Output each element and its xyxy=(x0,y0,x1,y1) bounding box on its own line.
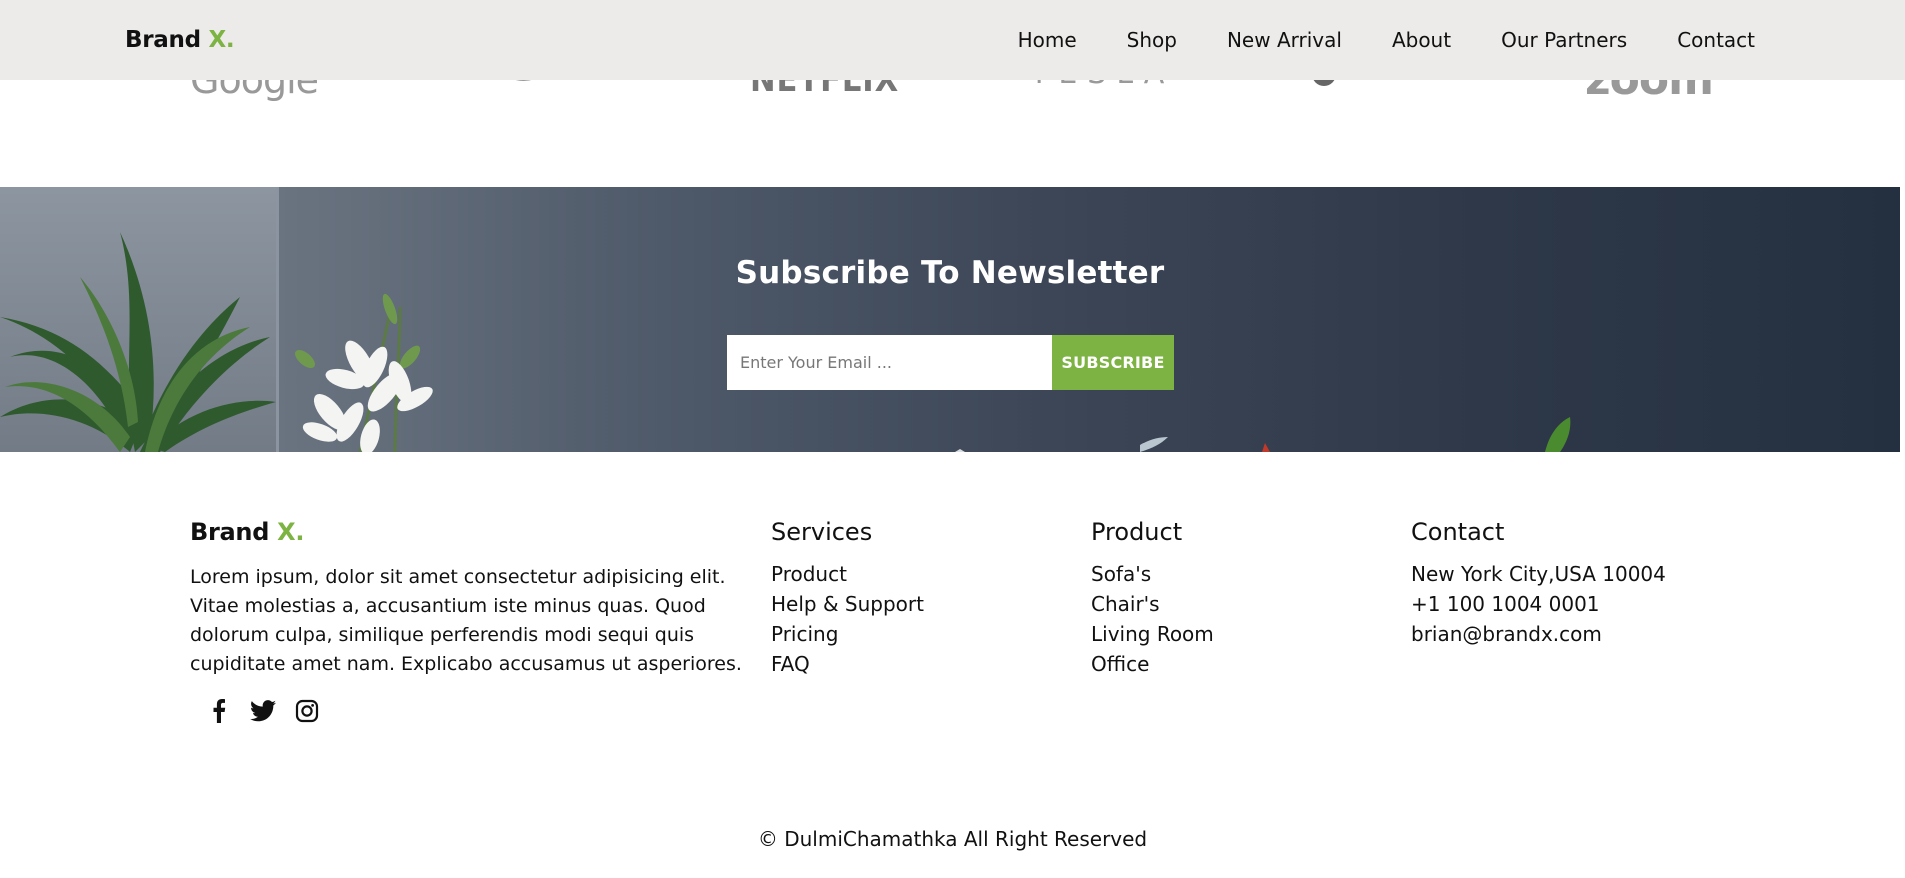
newsletter-section: Subscribe To Newsletter SUBSCRIBE xyxy=(0,187,1900,452)
top-navbar: Brand X. Home Shop New Arrival About Our… xyxy=(0,0,1905,80)
contact-title: Contact xyxy=(1411,518,1505,546)
instagram-icon[interactable] xyxy=(294,698,320,724)
subscribe-button[interactable]: SUBSCRIBE xyxy=(1052,335,1174,390)
footer-brand-logo[interactable]: Brand X. xyxy=(190,518,304,546)
services-link-pricing[interactable]: Pricing xyxy=(771,619,924,649)
facebook-icon[interactable] xyxy=(206,698,232,724)
footer-product-column: Product Sofa's Chair's Living Room Offic… xyxy=(1091,518,1214,679)
footer-services-column: Services Product Help & Support Pricing … xyxy=(771,518,924,679)
contact-phone: +1 100 1004 0001 xyxy=(1411,592,1600,616)
nav-contact[interactable]: Contact xyxy=(1677,28,1755,52)
brand-logo[interactable]: Brand X. xyxy=(125,27,235,53)
site-footer: Brand X. Lorem ipsum, dolor sit amet con… xyxy=(0,452,1905,878)
copyright-text: © DulmiChamathka All Right Reserved xyxy=(757,827,1148,851)
product-title: Product xyxy=(1091,518,1183,546)
services-link-help-support[interactable]: Help & Support xyxy=(771,589,924,619)
nav-new-arrival[interactable]: New Arrival xyxy=(1227,28,1342,52)
product-link-chairs[interactable]: Chair's xyxy=(1091,589,1214,619)
product-link-living-room[interactable]: Living Room xyxy=(1091,619,1214,649)
product-link-office[interactable]: Office xyxy=(1091,649,1214,679)
services-link-product[interactable]: Product xyxy=(771,559,924,589)
brand-accent: X. xyxy=(208,27,235,53)
nav-home[interactable]: Home xyxy=(1018,28,1077,52)
brand-name: Brand xyxy=(125,27,201,53)
subscribe-form: SUBSCRIBE xyxy=(727,335,1174,390)
plants-decoration xyxy=(0,232,1571,452)
services-title: Services xyxy=(771,518,873,546)
nav-our-partners[interactable]: Our Partners xyxy=(1501,28,1627,52)
footer-about-text: Lorem ipsum, dolor sit amet consectetur … xyxy=(190,566,742,675)
footer-contact-column: Contact New York City,USA 10004 +1 100 1… xyxy=(1411,518,1666,649)
newsletter-title: Subscribe To Newsletter xyxy=(735,255,1165,291)
product-link-sofas[interactable]: Sofa's xyxy=(1091,559,1214,589)
contact-email[interactable]: brian@brandx.com xyxy=(1411,619,1666,649)
nav-about[interactable]: About xyxy=(1392,28,1451,52)
nav-shop[interactable]: Shop xyxy=(1127,28,1177,52)
footer-brand-name: Brand xyxy=(190,518,270,546)
footer-brand-accent: X. xyxy=(277,518,305,546)
twitter-icon[interactable] xyxy=(250,698,276,724)
services-link-faq[interactable]: FAQ xyxy=(771,649,924,679)
social-links xyxy=(206,698,320,724)
email-input[interactable] xyxy=(727,335,1052,390)
contact-address: New York City,USA 10004 xyxy=(1411,562,1666,586)
main-nav: Home Shop New Arrival About Our Partners… xyxy=(968,28,1755,52)
